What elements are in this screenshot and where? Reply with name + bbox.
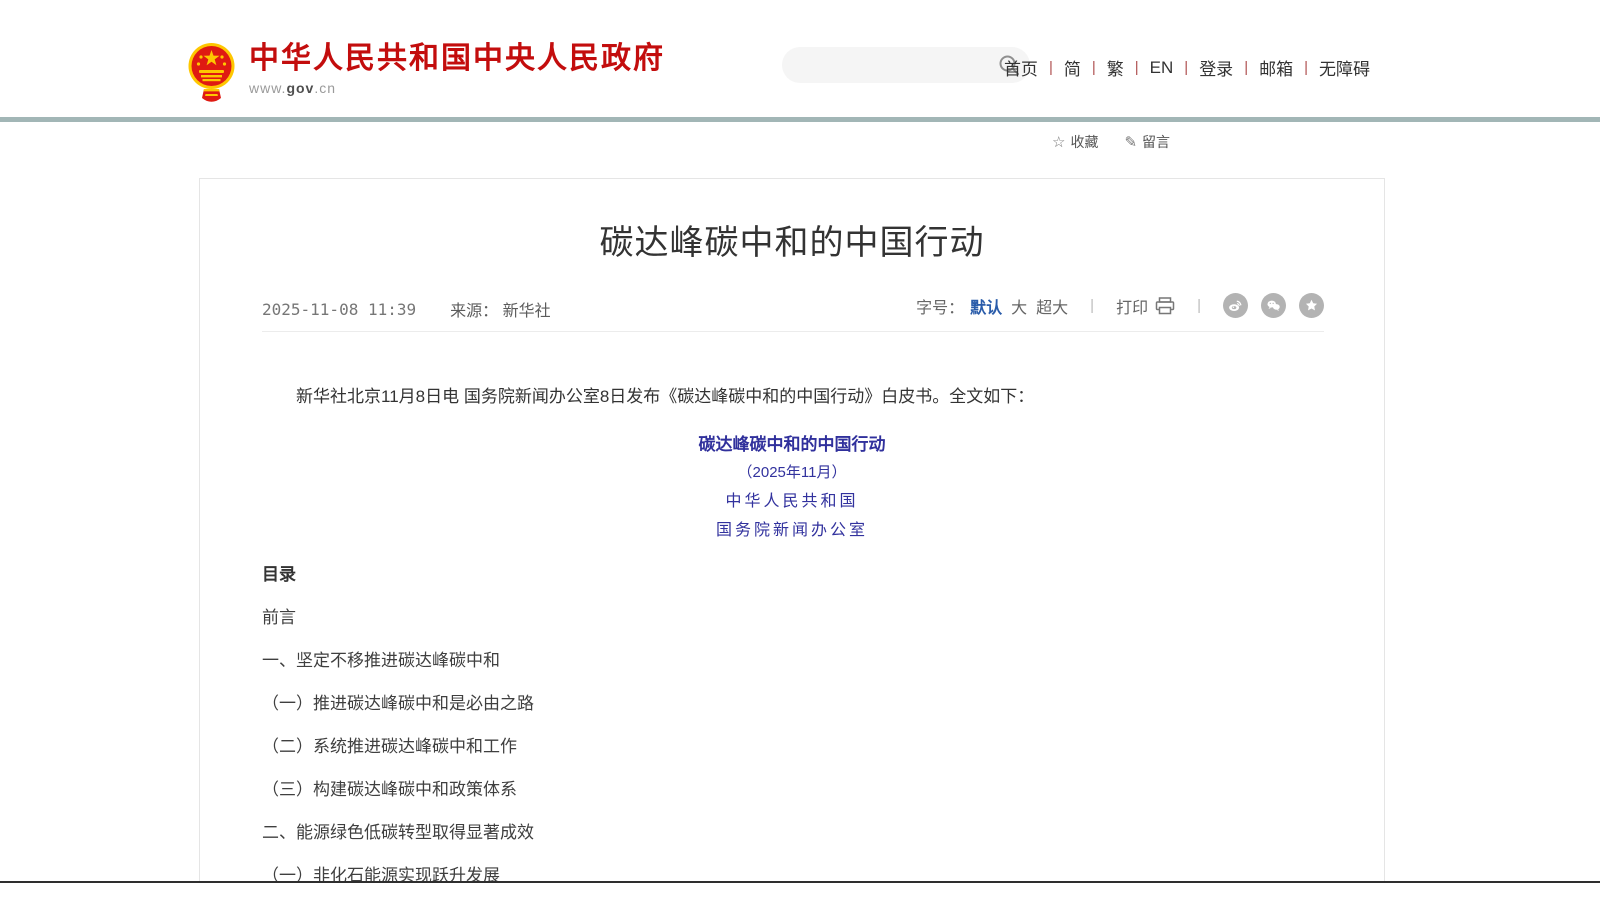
font-size-xlarge-button[interactable]: 超大 <box>1036 294 1068 318</box>
document-date: （2025年11月） <box>262 462 1322 484</box>
font-size-default-button[interactable]: 默认 <box>970 294 1002 318</box>
favorite-button[interactable]: ☆ 收藏 <box>1052 132 1098 152</box>
viewport-bottom-edge <box>0 881 1600 883</box>
document-author-line2: 国务院新闻办公室 <box>262 520 1322 542</box>
nav-traditional[interactable]: 繁 <box>1107 55 1124 80</box>
article-body: 新华社北京11月8日电 国务院新闻办公室8日发布《碳达峰碳中和的中国行动》白皮书… <box>262 385 1322 881</box>
toc-item: （一）推进碳达峰碳中和是必由之路 <box>262 692 1322 716</box>
star-icon: ☆ <box>1052 133 1065 151</box>
toc-item: 一、坚定不移推进碳达峰碳中和 <box>262 649 1322 673</box>
comment-label: 留言 <box>1142 132 1170 152</box>
publish-date: 2025-11-08 11:39 <box>262 300 416 319</box>
printer-icon <box>1155 297 1175 315</box>
comment-button[interactable]: ✎ 留言 <box>1124 132 1170 152</box>
pencil-icon: ✎ <box>1124 133 1137 151</box>
print-button[interactable]: 打印 <box>1116 294 1175 318</box>
wechat-share-icon[interactable] <box>1261 293 1286 318</box>
nav-home[interactable]: 首页 <box>1004 55 1038 80</box>
intro-paragraph: 新华社北京11月8日电 国务院新闻办公室8日发布《碳达峰碳中和的中国行动》白皮书… <box>262 385 1322 409</box>
url-cn: .cn <box>314 80 336 96</box>
toc-item: 二、能源绿色低碳转型取得显著成效 <box>262 821 1322 845</box>
site-logo[interactable]: 中华人民共和国中央人民政府 www.gov.cn <box>188 42 665 104</box>
nav-login[interactable]: 登录 <box>1199 55 1233 80</box>
nav-separator: | <box>1184 59 1188 76</box>
nav-simplified[interactable]: 简 <box>1064 55 1081 80</box>
toolbar-divider: | <box>1090 297 1094 314</box>
nav-accessibility[interactable]: 无障碍 <box>1319 55 1370 80</box>
page-actions: ☆ 收藏 ✎ 留言 <box>1052 132 1170 152</box>
toc-item: （三）构建碳达峰碳中和政策体系 <box>262 778 1322 802</box>
top-navigation: 首页 | 简 | 繁 | EN | 登录 | 邮箱 | 无障碍 <box>730 55 1370 80</box>
toolbar-divider: | <box>1197 297 1201 314</box>
font-size-large-button[interactable]: 大 <box>1011 294 1027 318</box>
nav-separator: | <box>1244 59 1248 76</box>
source: 来源： 新华社 <box>450 297 550 321</box>
nav-english[interactable]: EN <box>1150 58 1174 78</box>
site-url: www.gov.cn <box>249 80 665 96</box>
article-meta: 2025-11-08 11:39 来源： 新华社 <box>262 297 551 321</box>
site-header: 中华人民共和国中央人民政府 www.gov.cn 首页 | 简 | 繁 | EN… <box>0 0 1600 117</box>
toc-item: （二）系统推进碳达峰碳中和工作 <box>262 735 1322 759</box>
favorite-label: 收藏 <box>1070 132 1098 152</box>
source-label: 来源： <box>450 303 498 320</box>
header-divider-band <box>0 117 1600 122</box>
url-www: www. <box>249 80 286 96</box>
article-container: 碳达峰碳中和的中国行动 2025-11-08 11:39 来源： 新华社 字号：… <box>199 178 1385 881</box>
site-title: 中华人民共和国中央人民政府 <box>249 42 665 76</box>
nav-separator: | <box>1049 59 1053 76</box>
document-title: 碳达峰碳中和的中国行动 <box>262 433 1322 457</box>
print-label: 打印 <box>1116 294 1148 318</box>
national-emblem-icon <box>188 42 235 104</box>
toc-item: （一）非化石能源实现跃升发展 <box>262 864 1322 881</box>
document-author-line1: 中华人民共和国 <box>262 491 1322 513</box>
toc-heading: 目录 <box>262 563 1322 587</box>
article-title: 碳达峰碳中和的中国行动 <box>200 215 1384 264</box>
nav-separator: | <box>1092 59 1096 76</box>
font-size-label: 字号： <box>916 294 964 318</box>
share-buttons <box>1223 293 1324 318</box>
url-gov: gov <box>286 80 314 96</box>
star-share-icon[interactable] <box>1299 293 1324 318</box>
meta-separator <box>262 331 1324 332</box>
weibo-share-icon[interactable] <box>1223 293 1248 318</box>
nav-separator: | <box>1304 59 1308 76</box>
nav-separator: | <box>1135 59 1139 76</box>
source-value[interactable]: 新华社 <box>503 303 551 320</box>
article-toolbar: 字号： 默认 大 超大 | 打印 | <box>916 293 1324 318</box>
nav-mail[interactable]: 邮箱 <box>1259 55 1293 80</box>
toc-item: 前言 <box>262 606 1322 630</box>
